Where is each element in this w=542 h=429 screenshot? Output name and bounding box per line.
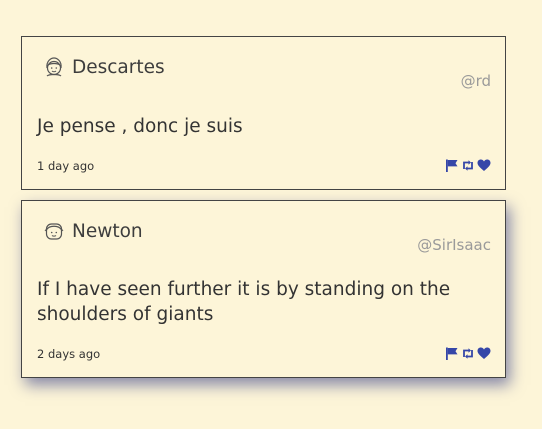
avatar [43, 56, 65, 78]
retweet-button[interactable] [461, 159, 475, 172]
avatar [43, 220, 65, 242]
flag-icon [446, 159, 458, 172]
flag-button[interactable] [445, 159, 459, 172]
tweet-text: Je pense , donc je suis [37, 116, 243, 137]
author-name[interactable]: Newton [72, 221, 143, 242]
retweet-button[interactable] [461, 347, 475, 360]
tweet-card: Newton @SirIsaac If I have seen further … [21, 200, 506, 378]
person-icon [44, 223, 64, 240]
tweet-header: Descartes [43, 56, 165, 78]
retweet-icon [463, 348, 473, 359]
retweet-icon [463, 160, 473, 171]
author-handle[interactable]: @SirIsaac [417, 236, 491, 254]
like-button[interactable] [477, 347, 491, 360]
author-name[interactable]: Descartes [72, 57, 165, 78]
heart-icon [477, 347, 491, 359]
like-button[interactable] [477, 159, 491, 172]
timestamp: 1 day ago [37, 159, 95, 173]
tweet-text: If I have seen further it is by standing… [37, 279, 451, 325]
tweet-feed: Descartes @rd Je pense , donc je suis 1 … [0, 0, 542, 429]
tweet-actions [445, 347, 491, 360]
timestamp: 2 days ago [37, 347, 101, 361]
person-icon [46, 57, 62, 77]
tweet-header: Newton [43, 220, 143, 242]
tweet-card: Descartes @rd Je pense , donc je suis 1 … [21, 36, 506, 190]
tweet-actions [445, 159, 491, 172]
flag-icon [446, 347, 458, 360]
author-handle[interactable]: @rd [461, 72, 491, 90]
heart-icon [477, 159, 491, 171]
flag-button[interactable] [445, 347, 459, 360]
